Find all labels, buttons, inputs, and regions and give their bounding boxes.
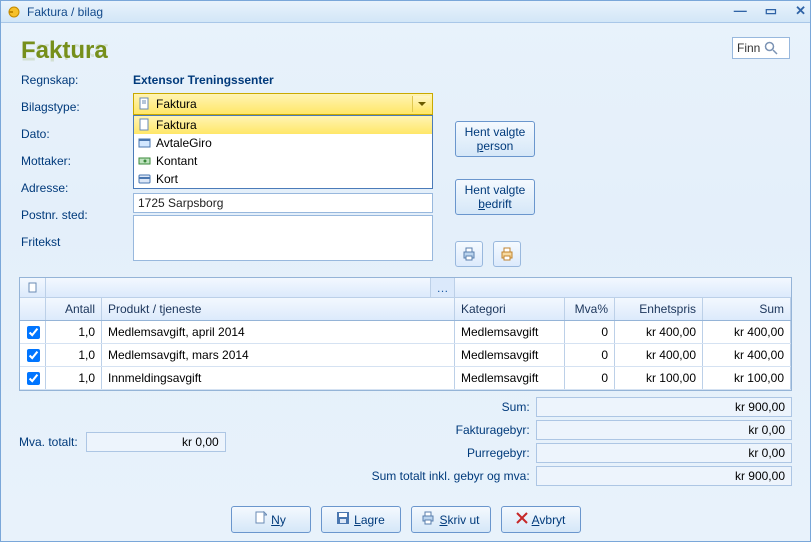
hent-person-button[interactable]: Hent valgteperson <box>455 121 535 157</box>
find-label: Finn <box>737 41 760 55</box>
document-icon <box>138 97 152 111</box>
label-adresse: Adresse: <box>21 181 111 198</box>
table-row[interactable]: 1,0Medlemsavgift, april 2014Medlemsavgif… <box>20 321 791 344</box>
new-row-icon[interactable] <box>20 278 46 297</box>
form-labels: Regnskap: Bilagstype: Dato: Mottaker: Ad… <box>21 71 111 252</box>
bilagstype-option[interactable]: AvtaleGiro <box>134 134 432 152</box>
search-icon <box>764 41 778 55</box>
bilagstype-option[interactable]: Faktura <box>134 116 432 134</box>
option-label: Faktura <box>156 118 197 132</box>
bilagstype-dropdown[interactable]: Faktura <box>133 93 433 115</box>
giro-icon <box>138 136 152 150</box>
table-row[interactable]: 1,0Medlemsavgift, mars 2014Medlemsavgift… <box>20 344 791 367</box>
ny-button[interactable]: Ny <box>231 506 311 533</box>
titlebar: Faktura / bilag — ▭ ✕ <box>1 1 810 23</box>
cell-antall[interactable]: 1,0 <box>46 367 102 389</box>
cell-mva[interactable]: 0 <box>565 367 615 389</box>
avbryt-button[interactable]: Avbryt <box>501 506 581 533</box>
cell-produkt[interactable]: Medlemsavgift, april 2014 <box>102 321 455 343</box>
bilagstype-options-list: Faktura AvtaleGiro Kontant Kort <box>133 115 433 189</box>
cell-sum[interactable]: kr 400,00 <box>703 344 791 366</box>
cell-enhetspris[interactable]: kr 400,00 <box>615 321 703 343</box>
label-fritekst: Fritekst <box>21 235 111 252</box>
cell-enhetspris[interactable]: kr 100,00 <box>615 367 703 389</box>
bilagstype-option[interactable]: Kort <box>134 170 432 188</box>
total-value: kr 0,00 <box>536 443 792 463</box>
minimize-button[interactable]: — <box>734 3 747 19</box>
cancel-icon <box>516 512 528 527</box>
print-icon-button[interactable] <box>455 241 483 267</box>
close-button[interactable]: ✕ <box>795 3 806 19</box>
card-icon <box>138 172 152 186</box>
total-label: Purregebyr: <box>240 446 530 460</box>
total-label: Sum: <box>240 400 530 414</box>
cell-enhetspris[interactable]: kr 400,00 <box>615 344 703 366</box>
cell-kategori[interactable]: Medlemsavgift <box>455 321 565 343</box>
postnr-field[interactable]: 1725 Sarpsborg <box>133 193 433 213</box>
regnskap-value: Extensor Treningssenter <box>133 71 433 91</box>
label-regnskap: Regnskap: <box>21 73 111 90</box>
window: Faktura / bilag — ▭ ✕ Faktura Finn Regns… <box>0 0 811 542</box>
save-icon <box>336 511 350 528</box>
grid-header: Antall Produkt / tjeneste Kategori Mva% … <box>20 298 791 321</box>
cell-sum[interactable]: kr 100,00 <box>703 367 791 389</box>
label-postnr: Postnr. sted: <box>21 208 111 225</box>
option-label: AvtaleGiro <box>156 136 212 150</box>
col-sum[interactable]: Sum <box>703 298 791 320</box>
cell-mva[interactable]: 0 <box>565 321 615 343</box>
row-checkbox[interactable] <box>27 349 40 362</box>
lagre-button[interactable]: Lagre <box>321 506 401 533</box>
document-icon <box>138 118 152 132</box>
find-box[interactable]: Finn <box>732 37 790 59</box>
print-color-icon-button[interactable] <box>493 241 521 267</box>
total-label: Fakturagebyr: <box>240 423 530 437</box>
chevron-down-icon[interactable] <box>412 96 430 112</box>
label-mottaker: Mottaker: <box>21 154 111 171</box>
fritekst-field[interactable] <box>133 215 433 261</box>
cell-produkt[interactable]: Medlemsavgift, mars 2014 <box>102 344 455 366</box>
line-items-grid: … Antall Produkt / tjeneste Kategori Mva… <box>19 277 792 391</box>
bilagstype-option[interactable]: Kontant <box>134 152 432 170</box>
col-produkt[interactable]: Produkt / tjeneste <box>102 298 455 320</box>
mva-total-label: Mva. totalt: <box>19 435 78 449</box>
option-label: Kontant <box>156 154 197 168</box>
skriv-ut-button[interactable]: Skriv ut <box>411 506 491 533</box>
label-bilagstype: Bilagstype: <box>21 100 111 117</box>
cell-antall[interactable]: 1,0 <box>46 344 102 366</box>
bilagstype-selected: Faktura <box>156 97 197 111</box>
cell-kategori[interactable]: Medlemsavgift <box>455 367 565 389</box>
total-label: Sum totalt inkl. gebyr og mva: <box>240 469 530 483</box>
col-kategori[interactable]: Kategori <box>455 298 565 320</box>
page-title: Faktura <box>21 37 108 65</box>
cell-kategori[interactable]: Medlemsavgift <box>455 344 565 366</box>
app-icon <box>7 5 21 19</box>
print-icon <box>421 511 435 528</box>
cell-antall[interactable]: 1,0 <box>46 321 102 343</box>
col-enhetspris[interactable]: Enhetspris <box>615 298 703 320</box>
row-checkbox[interactable] <box>27 326 40 339</box>
window-title: Faktura / bilag <box>27 5 103 19</box>
option-label: Kort <box>156 172 178 186</box>
table-row[interactable]: 1,0InnmeldingsavgiftMedlemsavgift0kr 100… <box>20 367 791 390</box>
col-antall[interactable]: Antall <box>46 298 102 320</box>
total-value: kr 0,00 <box>536 420 792 440</box>
hent-bedrift-button[interactable]: Hent valgtebedrift <box>455 179 535 215</box>
cell-mva[interactable]: 0 <box>565 344 615 366</box>
total-value: kr 900,00 <box>536 466 792 486</box>
new-icon <box>255 511 267 528</box>
cell-sum[interactable]: kr 400,00 <box>703 321 791 343</box>
cell-produkt[interactable]: Innmeldingsavgift <box>102 367 455 389</box>
cash-icon <box>138 154 152 168</box>
row-checkbox[interactable] <box>27 372 40 385</box>
label-dato: Dato: <box>21 127 111 144</box>
col-mva[interactable]: Mva% <box>565 298 615 320</box>
mva-total-value: kr 0,00 <box>86 432 226 452</box>
more-button[interactable]: … <box>431 278 455 297</box>
total-value: kr 900,00 <box>536 397 792 417</box>
maximize-button[interactable]: ▭ <box>765 3 777 19</box>
